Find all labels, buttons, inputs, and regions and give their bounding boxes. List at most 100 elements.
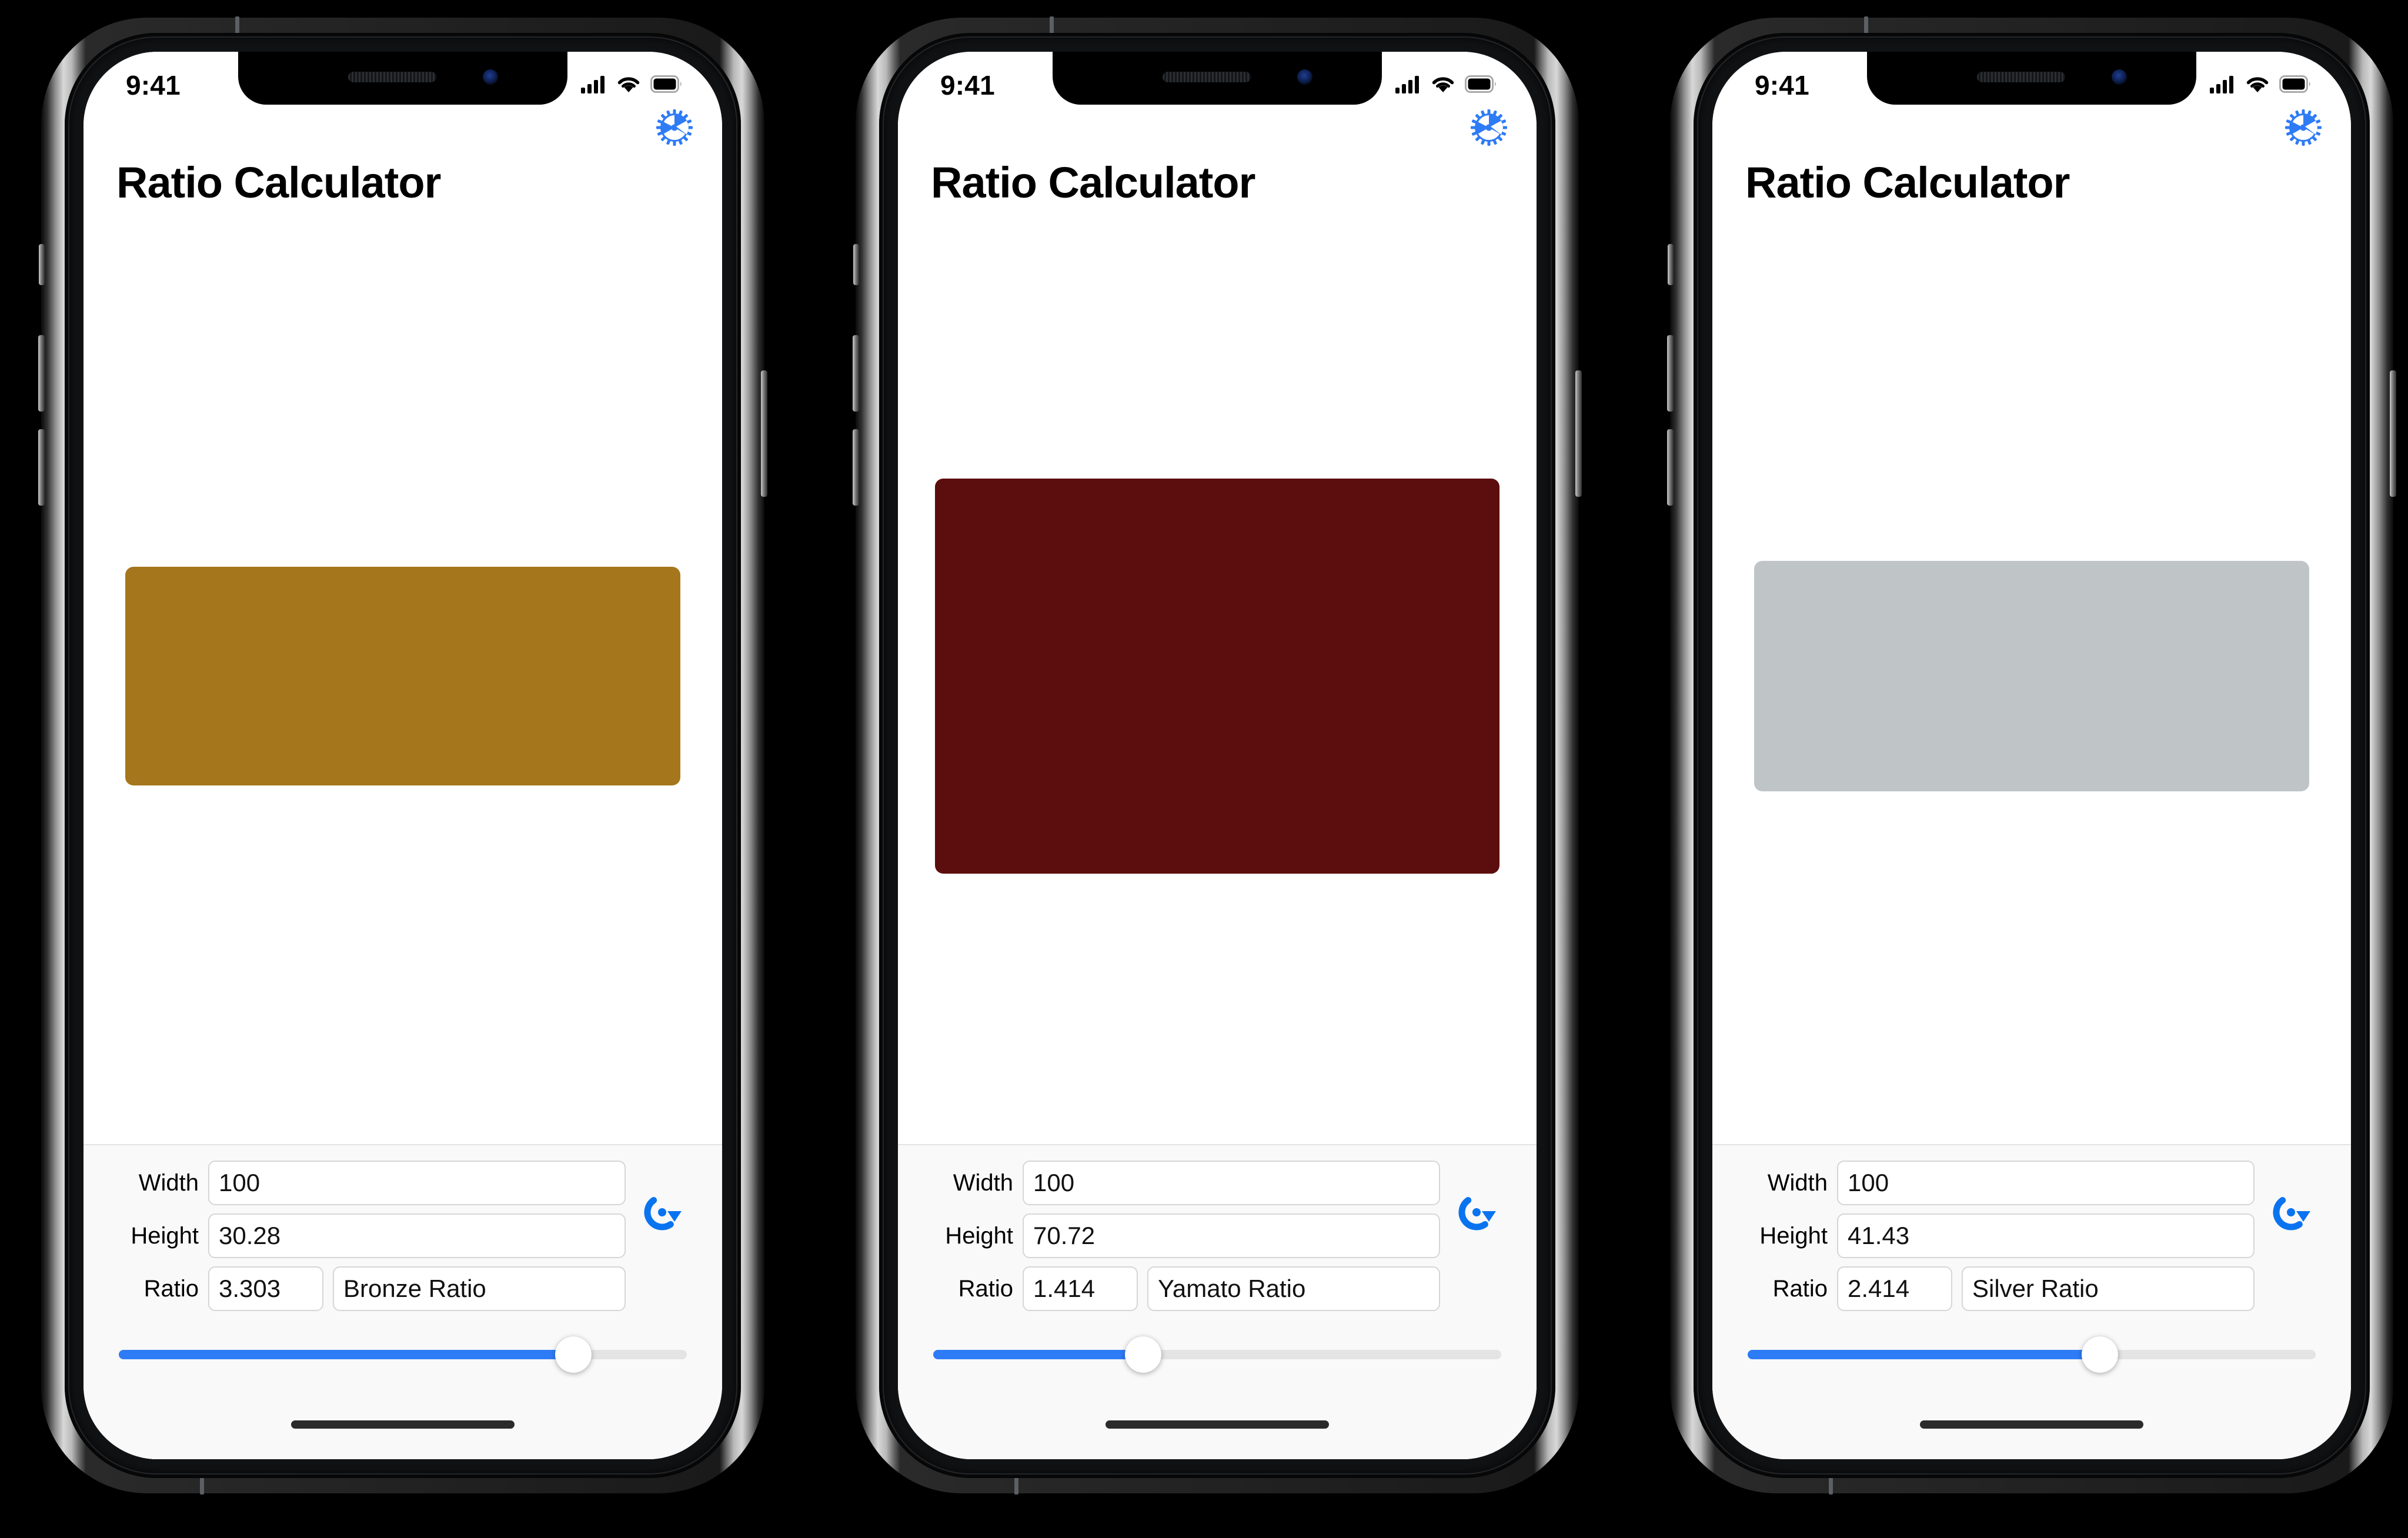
ratio-slider-3[interactable] [1745, 1319, 2318, 1390]
height-row-2: Height [931, 1213, 1440, 1258]
status-bar-time: 9:41 [126, 70, 181, 101]
silent-switch[interactable] [1668, 244, 1674, 285]
screenshot-stage: 9:41 Ratio Calculator Width 100 Height 3… [0, 0, 2408, 1538]
dimension-fields-group-1: Width Height [116, 1161, 689, 1266]
height-label: Height [131, 1222, 199, 1249]
cellular-bars-icon [581, 75, 607, 96]
volume-up-button[interactable] [853, 335, 859, 412]
ratio-row-3: Ratio [1745, 1266, 2318, 1311]
ratio-preview-area-3 [1712, 208, 2351, 1144]
ratio-rectangle-2 [935, 478, 1499, 874]
status-bar-time: 9:41 [1755, 70, 1809, 101]
home-indicator[interactable] [291, 1420, 515, 1429]
app-content-2: Ratio Calculator Width Height [898, 52, 1537, 1459]
status-bar: 9:41 [84, 52, 722, 106]
settings-gear-button[interactable] [1468, 108, 1509, 149]
ratio-name-input-2[interactable] [1147, 1266, 1440, 1311]
slider-track[interactable] [119, 1336, 687, 1373]
slider-thumb[interactable] [555, 1336, 592, 1373]
slider-track[interactable] [933, 1336, 1501, 1373]
gear-icon [656, 109, 693, 149]
gear-icon [2285, 109, 2322, 149]
volume-up-button[interactable] [1667, 335, 1674, 412]
ratio-label: Ratio [1772, 1275, 1828, 1302]
settings-gear-button[interactable] [654, 108, 695, 149]
width-input-3[interactable] [1837, 1161, 2255, 1205]
ratio-slider-1[interactable] [116, 1319, 689, 1390]
settings-gear-button[interactable] [2283, 108, 2324, 149]
ratio-preview-area-2 [898, 208, 1537, 1144]
controls-panel-2: Width Height [898, 1144, 1537, 1390]
home-indicator-area [898, 1390, 1537, 1459]
ratio-rectangle-1 [125, 566, 680, 785]
volume-up-button[interactable] [38, 335, 45, 412]
power-button[interactable] [2390, 370, 2396, 497]
controls-panel-1: Width Height [84, 1144, 722, 1390]
home-indicator[interactable] [1920, 1420, 2143, 1429]
rotate-swap-icon [640, 1191, 684, 1237]
device-screen-3: 9:41 Ratio Calculator Width 100 Height 4… [1712, 52, 2351, 1459]
rotate-swap-icon [1455, 1191, 1498, 1237]
silent-switch[interactable] [853, 244, 859, 285]
battery-full-icon [2279, 75, 2312, 96]
slider-fill [933, 1350, 1144, 1359]
dimension-fields-group-3: Width Height [1745, 1161, 2318, 1266]
volume-down-button[interactable] [853, 429, 859, 506]
app-content-1: Ratio Calculator Width Height [84, 52, 722, 1459]
power-button[interactable] [761, 370, 767, 497]
page-title: Ratio Calculator [931, 158, 1255, 207]
slider-thumb[interactable] [2081, 1336, 2118, 1373]
status-bar-indicators [2210, 75, 2312, 96]
swap-dimensions-button-1[interactable] [635, 1186, 689, 1241]
cellular-bars-icon [1395, 75, 1421, 96]
width-input-2[interactable] [1023, 1161, 1440, 1205]
ratio-row-2: Ratio [931, 1266, 1504, 1311]
device-screen-2: 9:41 Ratio Calculator Width 100 Height 7… [898, 52, 1537, 1459]
home-indicator-area [84, 1390, 722, 1459]
home-indicator-area [1712, 1390, 2351, 1459]
ratio-row-1: Ratio [116, 1266, 689, 1311]
height-label: Height [1759, 1222, 1828, 1249]
page-title: Ratio Calculator [116, 158, 441, 207]
ratio-label: Ratio [143, 1275, 199, 1302]
status-bar: 9:41 [1712, 52, 2351, 106]
swap-dimensions-button-3[interactable] [2264, 1186, 2318, 1241]
height-label: Height [945, 1222, 1013, 1249]
page-title: Ratio Calculator [1745, 158, 2070, 207]
power-button[interactable] [1575, 370, 1582, 497]
height-input-1[interactable] [208, 1213, 626, 1258]
device-screen-1: 9:41 Ratio Calculator Width 100 Height 3… [84, 52, 722, 1459]
device-frame-1: 9:41 Ratio Calculator Width 100 Height 3… [38, 16, 767, 1494]
height-input-2[interactable] [1023, 1213, 1440, 1258]
width-row-3: Width [1745, 1161, 2255, 1205]
controls-panel-3: Width Height [1712, 1144, 2351, 1390]
slider-fill [119, 1350, 573, 1359]
status-bar-indicators [1395, 75, 1498, 96]
width-label: Width [1767, 1169, 1828, 1196]
volume-down-button[interactable] [1667, 429, 1674, 506]
ratio-slider-2[interactable] [931, 1319, 1504, 1390]
ratio-label: Ratio [958, 1275, 1013, 1302]
silent-switch[interactable] [39, 244, 45, 285]
gear-icon [1471, 109, 1507, 149]
app-content-3: Ratio Calculator Width Height [1712, 52, 2351, 1459]
cellular-bars-icon [2210, 75, 2236, 96]
ratio-value-input-1[interactable] [208, 1266, 323, 1311]
ratio-rectangle-3 [1754, 560, 2309, 791]
dimension-fields-group-2: Width Height [931, 1161, 1504, 1266]
ratio-name-input-1[interactable] [333, 1266, 626, 1311]
slider-thumb[interactable] [1125, 1336, 1162, 1373]
volume-down-button[interactable] [38, 429, 45, 506]
swap-dimensions-button-2[interactable] [1450, 1186, 1504, 1241]
status-bar-indicators [581, 75, 683, 96]
height-input-3[interactable] [1837, 1213, 2255, 1258]
ratio-value-input-2[interactable] [1023, 1266, 1138, 1311]
home-indicator[interactable] [1106, 1420, 1329, 1429]
wifi-icon [616, 75, 641, 96]
ratio-value-input-3[interactable] [1837, 1266, 1952, 1311]
ratio-name-input-3[interactable] [1962, 1266, 2255, 1311]
slider-track[interactable] [1748, 1336, 2316, 1373]
width-label: Width [138, 1169, 199, 1196]
wifi-icon [2245, 75, 2270, 96]
width-input-1[interactable] [208, 1161, 626, 1205]
